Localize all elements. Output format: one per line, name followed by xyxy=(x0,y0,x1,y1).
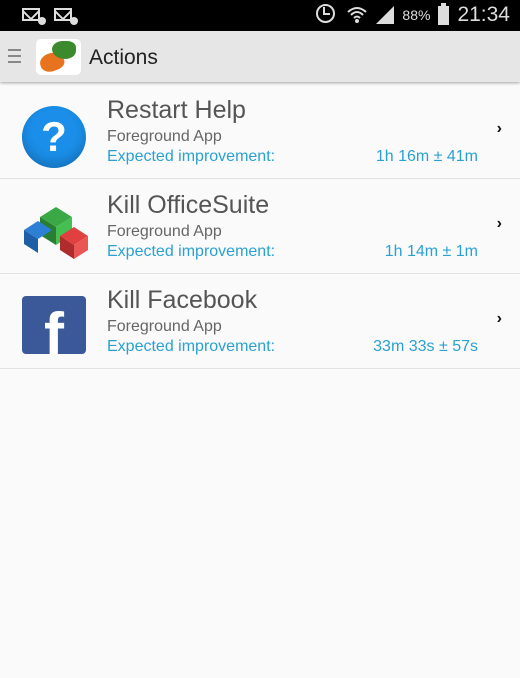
menu-icon[interactable] xyxy=(8,49,21,63)
email-notification-icon xyxy=(22,6,46,25)
chevron-right-icon: › xyxy=(496,215,502,232)
chevron-right-icon: › xyxy=(496,310,502,327)
improvement-label: Expected improvement: xyxy=(107,243,276,260)
app-logo[interactable] xyxy=(36,39,81,75)
page-title: Actions xyxy=(89,46,158,69)
chevron-right-icon: › xyxy=(496,120,502,137)
improvement-label: Expected improvement: xyxy=(107,148,276,165)
action-bar: Actions xyxy=(0,31,520,82)
alarm-icon xyxy=(316,4,338,26)
action-item-kill-facebook[interactable]: f Kill Facebook Foreground App Expected … xyxy=(0,274,520,369)
improvement-value: 1h 14m ± 1m xyxy=(384,243,478,260)
battery-icon xyxy=(438,2,450,25)
improvement-label: Expected improvement: xyxy=(107,338,276,355)
action-subtitle: Foreground App xyxy=(107,318,222,335)
action-item-kill-officesuite[interactable]: Kill OfficeSuite Foreground App Expected… xyxy=(0,179,520,274)
action-subtitle: Foreground App xyxy=(107,128,222,145)
improvement-value: 33m 33s ± 57s xyxy=(373,338,478,355)
wifi-icon xyxy=(346,4,368,26)
action-title: Kill OfficeSuite xyxy=(107,191,270,219)
action-title: Kill Facebook xyxy=(107,286,258,314)
signal-icon xyxy=(376,6,395,24)
clock: 21:34 xyxy=(457,3,510,26)
help-question-icon: ? xyxy=(22,106,90,168)
action-subtitle: Foreground App xyxy=(107,223,222,240)
facebook-icon: f xyxy=(22,296,90,356)
action-item-restart-help[interactable]: ? Restart Help Foreground App Expected i… xyxy=(0,84,520,179)
email-notification-icon xyxy=(54,6,78,25)
battery-percent: 88% xyxy=(402,7,431,23)
officesuite-icon xyxy=(22,201,90,261)
status-bar: 88% 21:34 xyxy=(0,0,520,31)
action-title: Restart Help xyxy=(107,96,246,124)
actions-list: ? Restart Help Foreground App Expected i… xyxy=(0,84,520,369)
improvement-value: 1h 16m ± 41m xyxy=(375,148,478,165)
